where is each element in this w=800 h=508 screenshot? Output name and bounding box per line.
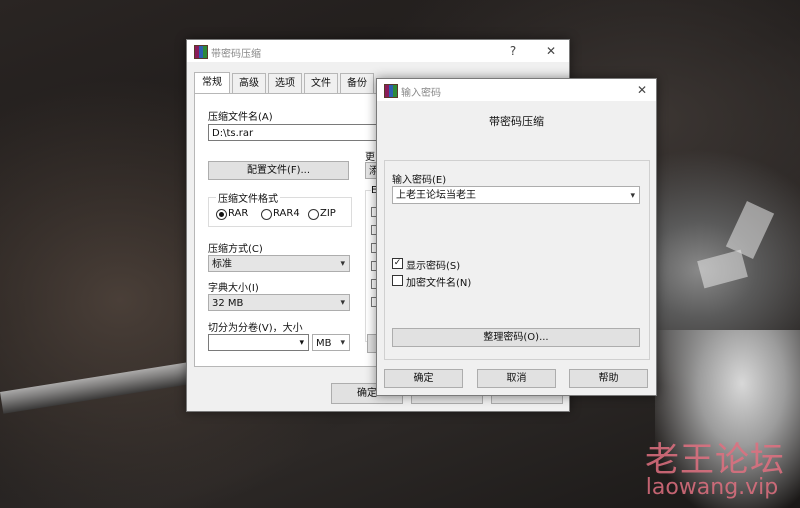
format-zip-radio[interactable] bbox=[308, 209, 319, 220]
dictionary-size-select[interactable]: 32 MB ▾ bbox=[208, 294, 350, 311]
chevron-down-icon: ▾ bbox=[340, 338, 345, 348]
format-rar4-label: RAR4 bbox=[273, 208, 300, 219]
password-dialog-header: 带密码压缩 bbox=[489, 115, 544, 128]
format-rar-radio[interactable] bbox=[216, 209, 227, 220]
update-mode-label: 更 bbox=[365, 152, 375, 163]
password-dialog-title: 输入密码 bbox=[401, 88, 441, 99]
split-volumes-label: 切分为分卷(V)，大小 bbox=[208, 323, 303, 334]
chevron-down-icon: ▾ bbox=[299, 338, 304, 348]
background-highlight bbox=[725, 201, 775, 259]
encrypt-filenames-label: 加密文件名(N) bbox=[406, 278, 472, 289]
tab-backup[interactable]: 备份 bbox=[340, 73, 374, 93]
chevron-down-icon: ▾ bbox=[630, 191, 635, 201]
tab-files[interactable]: 文件 bbox=[304, 73, 338, 93]
split-size-input[interactable]: ▾ bbox=[208, 334, 309, 351]
compression-method-label: 压缩方式(C) bbox=[208, 244, 263, 255]
split-unit-value: MB bbox=[316, 338, 332, 349]
archive-dialog-title: 带密码压缩 bbox=[211, 49, 261, 60]
password-dialog: 输入密码 ✕ 带密码压缩 输入密码(E) 上老王论坛当老王 ▾ ✓ 显示密码(S… bbox=[376, 78, 657, 396]
show-password-checkbox[interactable]: ✓ bbox=[392, 258, 403, 269]
dictionary-size-label: 字典大小(I) bbox=[208, 283, 259, 294]
password-input[interactable]: 上老王论坛当老王 ▾ bbox=[392, 186, 640, 204]
tab-general[interactable]: 常规 bbox=[194, 72, 230, 94]
format-rar4-radio[interactable] bbox=[261, 209, 272, 220]
tab-advanced[interactable]: 高级 bbox=[232, 73, 266, 93]
dictionary-size-value: 32 MB bbox=[212, 298, 244, 309]
archive-dialog-titlebar: 带密码压缩 ? ✕ bbox=[187, 40, 569, 62]
close-icon[interactable]: ✕ bbox=[541, 43, 561, 59]
compression-method-select[interactable]: 标准 ▾ bbox=[208, 255, 350, 272]
chevron-down-icon: ▾ bbox=[340, 298, 345, 308]
archive-name-label: 压缩文件名(A) bbox=[208, 112, 273, 123]
winrar-icon bbox=[384, 84, 398, 98]
watermark-logo-text: 老王论坛 bbox=[645, 440, 785, 480]
password-value: 上老王论坛当老王 bbox=[396, 190, 476, 201]
password-dialog-titlebar: 输入密码 ✕ bbox=[377, 79, 656, 101]
winrar-icon bbox=[194, 45, 208, 59]
close-icon[interactable]: ✕ bbox=[632, 82, 652, 98]
format-zip-label: ZIP bbox=[320, 208, 336, 219]
format-rar-label: RAR bbox=[228, 208, 249, 219]
compression-method-value: 标准 bbox=[212, 259, 232, 270]
password-ok-button[interactable]: 确定 bbox=[384, 369, 463, 388]
password-help-button[interactable]: 帮助 bbox=[569, 369, 648, 388]
organize-passwords-button[interactable]: 整理密码(O)... bbox=[392, 328, 640, 347]
format-group-label: 压缩文件格式 bbox=[216, 190, 280, 205]
help-icon[interactable]: ? bbox=[503, 43, 523, 59]
tab-options[interactable]: 选项 bbox=[268, 73, 302, 93]
watermark-url: laowang.vip bbox=[645, 475, 779, 500]
encrypt-filenames-checkbox[interactable] bbox=[392, 275, 403, 286]
show-password-label: 显示密码(S) bbox=[406, 261, 461, 272]
password-cancel-button[interactable]: 取消 bbox=[477, 369, 556, 388]
split-unit-select[interactable]: MB ▾ bbox=[312, 334, 350, 351]
profiles-button[interactable]: 配置文件(F)... bbox=[208, 161, 349, 180]
chevron-down-icon: ▾ bbox=[340, 259, 345, 269]
background-highlight bbox=[697, 249, 748, 289]
password-label: 输入密码(E) bbox=[392, 175, 447, 186]
